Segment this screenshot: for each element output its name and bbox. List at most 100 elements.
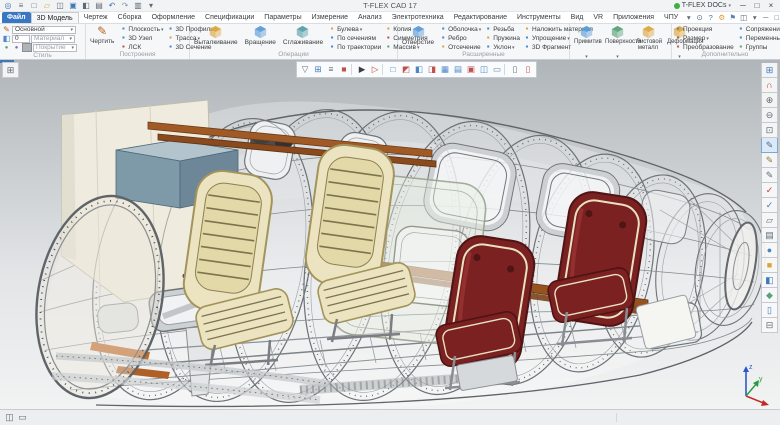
hole-button[interactable]: Отверстие <box>400 25 436 46</box>
mate-button[interactable]: Сопряжение <box>737 25 780 33</box>
coating-combo[interactable]: Покрытие <box>33 43 77 52</box>
open-model-page-icon[interactable]: ▯ <box>761 303 778 318</box>
tab-electrical[interactable]: Электротехника <box>387 12 449 23</box>
model-tree-toggle-icon[interactable]: ⊞ <box>2 62 19 78</box>
variables-button[interactable]: Переменные <box>737 34 780 42</box>
selection-filter-icon[interactable]: ▽ <box>299 64 311 76</box>
primitive-button[interactable]: Примитив <box>572 25 602 63</box>
groups-button[interactable]: Группы <box>737 43 780 51</box>
preview-page-icon[interactable]: ⊟ <box>761 318 778 333</box>
redo-icon[interactable]: ↷ <box>119 1 131 11</box>
thread-button[interactable]: Резьба <box>484 25 520 33</box>
object-snap-magnet-icon[interactable]: ∩ <box>761 78 778 93</box>
tab-measure[interactable]: Измерение <box>307 12 353 23</box>
tab-parameters[interactable]: Параметры <box>259 12 306 23</box>
tab-3d-model[interactable]: 3D Модель <box>30 12 79 23</box>
select-planes-icon[interactable]: ▣ <box>465 64 477 76</box>
select-lcs-icon[interactable]: ▭ <box>491 64 503 76</box>
settings-icon[interactable]: ⚙ <box>716 13 727 23</box>
restore-button[interactable]: □ <box>750 1 764 11</box>
projection-button[interactable]: Проекция <box>674 25 734 33</box>
tab-view[interactable]: Вид <box>566 12 589 23</box>
edit-drawing-icon[interactable]: ✎ <box>761 168 778 183</box>
color-swatch[interactable] <box>22 43 32 52</box>
spring-button[interactable]: Пружина <box>484 34 520 42</box>
doc-page-icon[interactable]: ▯ <box>509 64 521 76</box>
tab-analysis[interactable]: Анализ <box>353 12 387 23</box>
tab-file[interactable]: Файл <box>2 12 31 23</box>
transform-button[interactable]: Преобразование <box>674 43 734 51</box>
ribbon-display-icon[interactable]: ▾ <box>683 13 694 23</box>
layout-model-window-icon[interactable]: ◫ <box>3 412 16 423</box>
drawing-view-icon[interactable]: ▤ <box>761 228 778 243</box>
select-bodies-icon[interactable]: ◨ <box>426 64 438 76</box>
print-icon[interactable]: ▤ <box>93 1 105 11</box>
more-commands-icon[interactable]: ▾ <box>749 13 760 23</box>
select-sketches-icon[interactable]: ▤ <box>452 64 464 76</box>
tab-cnc[interactable]: ЧПУ <box>659 12 683 23</box>
close-button[interactable]: × <box>764 1 778 11</box>
render-mode-icon[interactable]: ● <box>761 243 778 258</box>
fuselage-cutaway-model[interactable]: z y x <box>0 60 780 409</box>
windows-panel-icon[interactable]: ◫ <box>738 13 749 23</box>
zoom-in-icon[interactable]: ⊕ <box>761 93 778 108</box>
menu-icon[interactable]: ≡ <box>15 1 27 11</box>
blend-button[interactable]: Сглаживание <box>281 25 325 46</box>
tab-vr[interactable]: VR <box>588 12 608 23</box>
search-icon[interactable]: ⊙ <box>694 13 705 23</box>
tab-bom[interactable]: Спецификации <box>200 12 259 23</box>
select-axes-icon[interactable]: ◫ <box>478 64 490 76</box>
cursor-pick-icon[interactable]: ▷ <box>369 64 381 76</box>
doc-overlay-icon[interactable]: ▯ <box>522 64 534 76</box>
lcs-button[interactable]: ЛСК <box>119 43 163 51</box>
cursor-select-icon[interactable]: ▶ <box>356 64 368 76</box>
section-view-icon[interactable]: ◧ <box>761 273 778 288</box>
undo-icon[interactable]: ↶ <box>106 1 118 11</box>
select-by-list-icon[interactable]: ≡ <box>325 64 337 76</box>
tab-applications[interactable]: Приложения <box>608 12 659 23</box>
doc-minimize-icon[interactable]: ─ <box>760 13 771 23</box>
3d-node-button[interactable]: 3D Узел <box>119 34 163 42</box>
tab-editing[interactable]: Редактирование <box>449 12 512 23</box>
workplane-button[interactable]: Плоскость <box>119 25 163 33</box>
document-properties-icon[interactable]: ▥ <box>132 1 144 11</box>
confirm-check-icon[interactable]: ✓ <box>761 198 778 213</box>
zoom-out-icon[interactable]: ⊖ <box>761 108 778 123</box>
customize-quick-access-icon[interactable]: ▾ <box>145 1 157 11</box>
new-document-icon[interactable]: □ <box>28 1 40 11</box>
sweep-button[interactable]: По траектории <box>328 43 381 51</box>
apply-check-icon[interactable]: ✓ <box>761 183 778 198</box>
tab-tools[interactable]: Инструменты <box>512 12 566 23</box>
select-faces-icon[interactable]: ◧ <box>413 64 425 76</box>
select-color-icon[interactable]: ■ <box>338 64 350 76</box>
draft-button[interactable]: Уклон <box>484 43 520 51</box>
help-icon[interactable]: ? <box>705 13 716 23</box>
model-mode-icon[interactable]: ◆ <box>761 288 778 303</box>
zoom-window-icon[interactable]: ⊡ <box>761 123 778 138</box>
rib-button[interactable]: Ребро <box>439 34 481 42</box>
tab-drawing[interactable]: Чертеж <box>79 12 113 23</box>
minimize-button[interactable]: ─ <box>736 1 750 11</box>
tflex-docs-button[interactable]: T-FLEX DOCs ▾ <box>671 2 734 9</box>
select-by-window-icon[interactable]: ⊞ <box>312 64 324 76</box>
recent-documents-icon[interactable]: ▣ <box>67 1 79 11</box>
style-combo[interactable]: Основной <box>12 25 76 34</box>
edit-3d-sketch-icon[interactable]: ✎ <box>761 153 778 168</box>
select-operations-icon[interactable]: ▦ <box>439 64 451 76</box>
tab-assembly[interactable]: Сборка <box>113 12 147 23</box>
loft-button[interactable]: По сечениям <box>328 34 381 42</box>
select-vertices-icon[interactable]: □ <box>387 64 399 76</box>
close-document-icon[interactable]: ◫ <box>54 1 66 11</box>
draw-button[interactable]: Чертить <box>88 25 116 45</box>
material-view-icon[interactable]: ■ <box>761 258 778 273</box>
tab-annotation[interactable]: Оформление <box>147 12 200 23</box>
revolve-button[interactable]: Вращение <box>243 25 278 46</box>
material-combo[interactable]: Материал <box>31 34 75 43</box>
shell-button[interactable]: Оболочка <box>439 25 481 33</box>
sketch-mode-icon[interactable]: ✎ <box>761 138 778 153</box>
save-icon[interactable]: ◧ <box>80 1 92 11</box>
workplane-icon[interactable]: ▱ <box>761 213 778 228</box>
extrude-button[interactable]: Выталкивание <box>192 25 240 46</box>
trim-button[interactable]: Отсечение <box>439 43 481 51</box>
dimension-button[interactable]: Размер <box>674 34 734 42</box>
